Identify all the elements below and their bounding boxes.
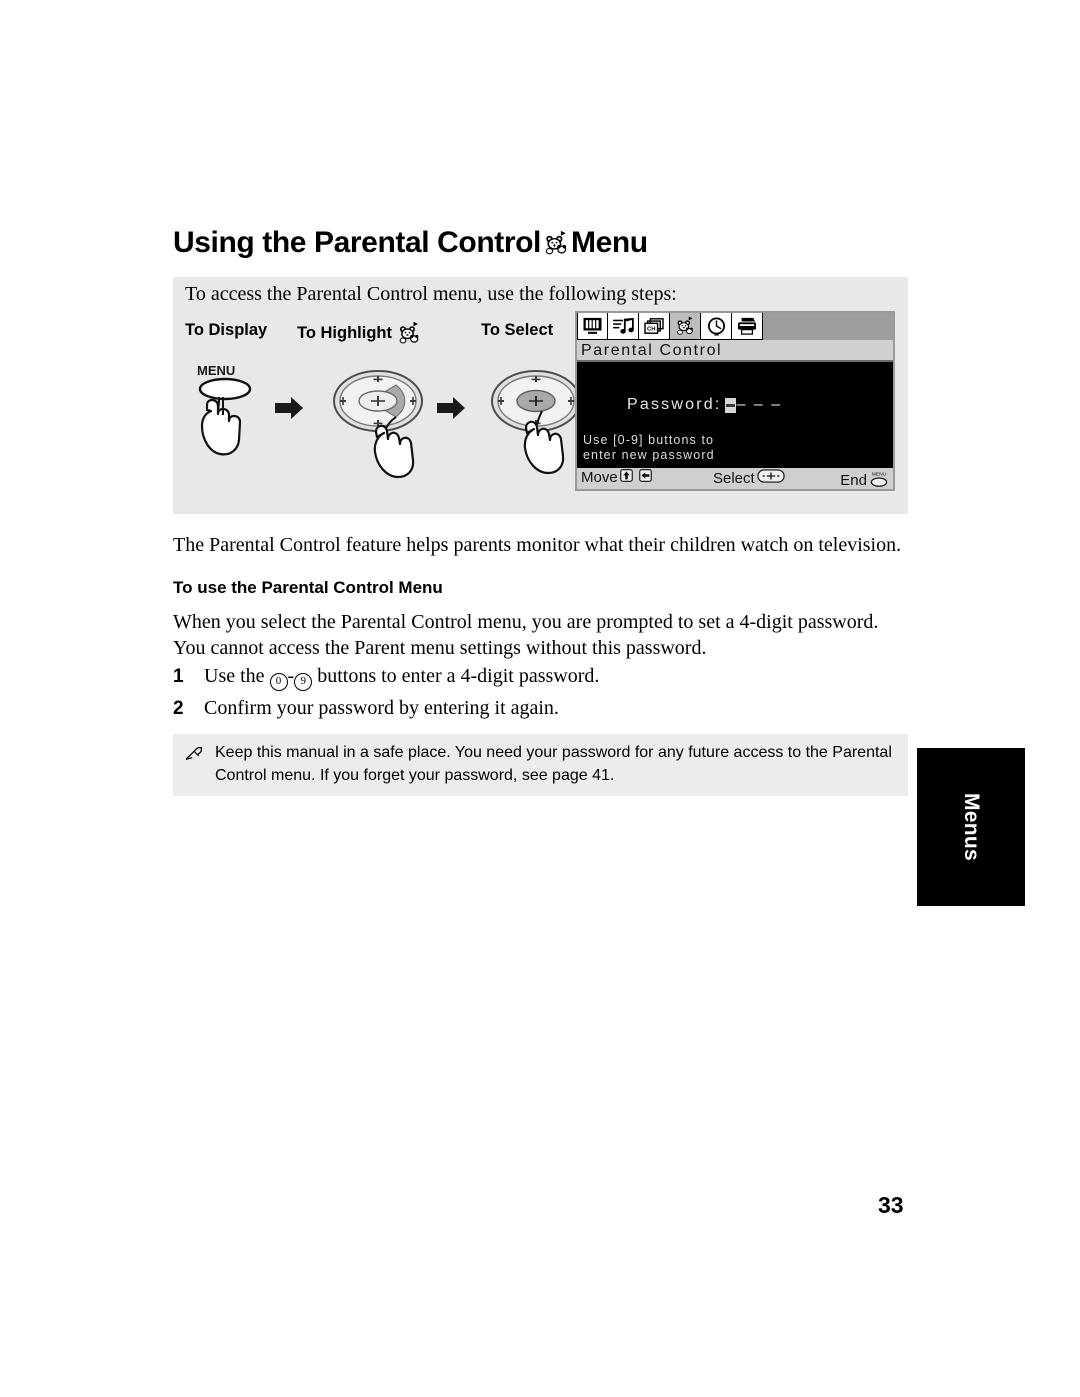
tv-screen-mock: CH Parental Control Password: – – – Use …	[575, 311, 895, 491]
audio-icon[interactable]	[608, 313, 639, 340]
page-title: Using the Parental Control Menu	[173, 226, 648, 260]
note-text: Keep this manual in a safe place. You ne…	[215, 744, 892, 784]
svg-text:MENU: MENU	[872, 471, 887, 477]
label-to-select-text: To Select	[481, 321, 554, 339]
numbered-steps-list: 1 Use the 0-9 buttons to enter a 4-digit…	[173, 662, 873, 726]
footer-move-label: Move	[581, 469, 618, 486]
dpad-select-illustration	[484, 363, 588, 490]
footer-end-label: End	[840, 472, 867, 489]
description-paragraph: When you select the Parental Control men…	[173, 611, 879, 659]
page-number: 33	[878, 1192, 904, 1218]
center-select-key-icon	[757, 469, 785, 487]
step-text-before: Use the	[204, 665, 265, 687]
footer-select-label: Select	[713, 469, 755, 487]
tv-menu-iconbar: CH	[577, 313, 893, 340]
key-separator: -	[287, 665, 295, 687]
footer-move[interactable]: Move	[581, 469, 652, 486]
footer-end[interactable]: End MENU	[840, 469, 889, 492]
password-field-row[interactable]: Password: – – –	[627, 396, 782, 414]
svg-text:CH: CH	[647, 327, 655, 333]
parental-bear-icon[interactable]	[670, 313, 701, 340]
menu-button-label-text: MENU	[197, 363, 235, 378]
tv-hint-text: Use [0-9] buttons to enter new password	[583, 433, 715, 463]
sub-heading: To use the Parental Control Menu	[173, 578, 443, 597]
step-number: 1	[173, 666, 184, 687]
list-item: 2 Confirm your password by entering it a…	[173, 694, 873, 723]
step-text: Confirm your password by entering it aga…	[204, 697, 559, 719]
up-arrow-key-icon	[619, 469, 633, 486]
tv-menu-footer: Move Select End MENU	[577, 467, 893, 489]
page-title-text-1: Using the Parental Control	[173, 226, 541, 259]
label-to-display: To Display	[185, 321, 267, 340]
dpad-highlight-illustration	[326, 363, 430, 490]
password-dashes: – – –	[736, 396, 783, 413]
key-0-icon: 0	[269, 673, 288, 691]
left-arrow-key-icon	[638, 469, 652, 486]
intro-paragraph: The Parental Control feature helps paren…	[173, 534, 902, 556]
page-title-text-2: Menu	[570, 226, 648, 259]
step-number: 2	[173, 698, 184, 719]
password-label: Password:	[627, 396, 722, 413]
label-to-highlight: To Highlight	[297, 321, 421, 345]
video-icon[interactable]	[577, 313, 608, 340]
step-text: Use the 0-9 buttons to enter a 4-digit p…	[204, 662, 599, 691]
side-tab-label: Menus	[960, 792, 983, 861]
right-arrow-icon	[435, 395, 467, 426]
tv-hint-line2: enter new password	[583, 448, 715, 462]
instruction-panel: To access the Parental Control menu, use…	[173, 277, 908, 514]
tv-menu-title: Parental Control	[577, 340, 893, 362]
tv-menu-body: Password: – – – Use [0-9] buttons to ent…	[577, 362, 893, 467]
step-text-after: buttons to enter a 4-digit password.	[317, 665, 600, 687]
bear-parental-icon	[397, 321, 421, 345]
channel-icon[interactable]: CH	[639, 313, 670, 340]
password-cursor	[724, 397, 736, 413]
footer-select[interactable]: Select	[713, 469, 785, 487]
right-arrow-icon	[273, 395, 305, 426]
label-to-highlight-text: To Highlight	[297, 323, 392, 342]
note-box: Keep this manual in a safe place. You ne…	[173, 734, 908, 796]
key-9-icon: 9	[294, 673, 313, 691]
bear-parental-icon	[543, 230, 569, 256]
menu-button-illustration: MENU	[189, 361, 269, 471]
label-to-select: To Select	[481, 321, 553, 340]
tv-hint-line1: Use [0-9] buttons to	[583, 433, 715, 447]
label-to-display-text: To Display	[185, 321, 268, 339]
list-item: 1 Use the 0-9 buttons to enter a 4-digit…	[173, 662, 873, 691]
side-tab-menus: Menus	[917, 748, 1025, 906]
setup-printer-icon[interactable]	[732, 313, 763, 340]
menu-button-icon: MENU	[869, 469, 889, 492]
timer-clock-icon[interactable]	[701, 313, 732, 340]
panel-intro-text: To access the Parental Control menu, use…	[185, 283, 677, 305]
pencil-note-icon	[184, 745, 206, 768]
